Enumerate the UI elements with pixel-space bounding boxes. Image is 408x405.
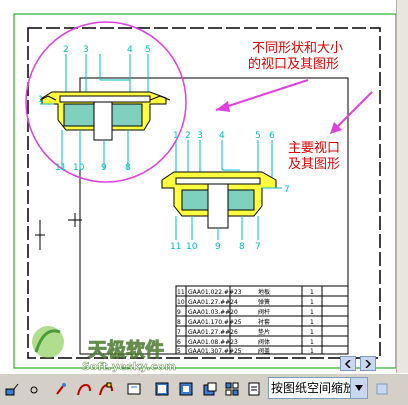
table-row-7-qty: 1 [310,348,314,355]
small-label-bottom-3: 9 [101,163,107,173]
table-row-3-qty: 1 [310,309,314,316]
viewport-note-line2: 的视口及其图形 [248,56,339,72]
table-row-1-qty: 1 [310,289,314,296]
window-icon[interactable] [152,378,172,400]
yesky-logo: 天极软件 Soft.yesky.com [32,326,176,373]
main-label-top-6: 6 [269,131,275,141]
chevron-left-icon [344,359,351,368]
table-row-4-no: 8 [177,319,181,326]
small-label-top-3: 4 [127,45,133,55]
table-row-6-code: GAA01.08.##23 [188,339,238,346]
main-label-bottom-1: 11 [170,242,181,252]
scroll-right-button[interactable] [360,356,376,371]
table-row-3-code: GAA01.03.##20 [188,309,238,316]
status-toolbar: 按图纸空间缩放 [0,373,408,405]
table-row-5-no: 7 [177,329,181,336]
table-row-2-qty: 1 [310,299,314,306]
viewport-note-line1: 不同形状和大小 [252,41,343,56]
small-label-top-2: 3 [83,45,89,55]
table-row-6-qty: 1 [310,339,314,346]
table-row-4-qty: 1 [310,319,314,326]
refresh-icon[interactable] [372,378,392,400]
lock-icon[interactable] [222,378,242,400]
main-label-bottom-2: 10 [186,242,198,252]
table-row-1-code: GAA01.022.##23 [188,289,242,296]
small-label-bottom-2: 10 [73,163,85,173]
pan-icon[interactable] [52,378,72,400]
main-note-line1: 主要视口 [288,141,340,156]
table-row-1-no: 11 [177,289,185,296]
small-detail-drawing [39,54,171,170]
small-label-top-1: 2 [63,45,69,55]
main-label-bottom-3: 9 [215,242,221,252]
viewport-icon[interactable] [124,378,144,400]
small-label-left: 1 [38,95,44,105]
table-row-2-code: GAA01.27.##24 [188,299,238,306]
table-row-7-no: 5 [177,348,181,355]
chevron-right-icon [365,359,372,368]
watermark-brand-cn: 天极软件 [88,338,164,361]
table-row-7-code: GAA01.307.##25 [188,348,242,355]
drawing-svg: 2 3 4 5 1 11 10 9 8 1 2 3 4 5 6 7 11 10 … [13,13,397,373]
arrow-to-circle-viewport [215,79,309,112]
viewport-scale-select[interactable]: 按图纸空间缩放 [268,377,368,399]
table-row-3-no: 9 [177,309,181,316]
main-label-bottom-5: 7 [255,242,261,252]
small-label-top-4: 5 [145,45,151,55]
table-row-3-name: 阀杆 [258,308,270,316]
table-row-4-name: 衬套 [258,318,270,326]
circle-icon[interactable] [24,378,44,400]
arrow-to-main-viewport [330,91,373,134]
viewport-scale-value: 按图纸空间缩放 [271,381,356,395]
main-note-line2: 及其图形 [288,157,340,172]
snap-icon[interactable] [2,378,22,400]
layer-icon[interactable] [96,378,116,400]
scroll-buttons [340,356,396,372]
table-row-4-code: GAA01.170.##25 [188,319,242,326]
main-label-top-2: 2 [185,131,191,141]
small-label-bottom-1: 11 [55,163,66,173]
table-row-5-qty: 1 [310,329,314,336]
main-label-top-1: 1 [173,131,179,141]
table-row-6-no: 6 [177,339,181,346]
main-label-top-3: 3 [197,131,203,141]
main-label-right: 7 [284,185,290,195]
chevron-down-icon[interactable] [350,378,367,398]
table-row-1-name: 地板 [258,288,270,296]
drawing-canvas[interactable]: 2 3 4 5 1 11 10 9 8 1 2 3 4 5 6 7 11 10 … [0,0,408,373]
main-label-top-5: 5 [255,131,261,141]
small-label-bottom-4: 8 [125,163,131,173]
vertical-scrollbar[interactable] [396,0,408,373]
table-row-2-name: 弹簧 [258,298,270,306]
watermark-brand-url: Soft.yesky.com [82,360,176,373]
main-label-bottom-4: 8 [239,242,245,252]
tile-icon[interactable] [176,378,196,400]
clip-icon[interactable] [200,378,220,400]
table-row-5-code: GAA01.27.##26 [188,329,238,336]
table-row-2-no: 10 [177,299,185,306]
zoom-icon[interactable] [74,378,94,400]
table-row-6-name: 阀体 [258,338,270,346]
main-label-top-4: 4 [219,131,225,141]
main-detail-drawing [161,140,282,240]
scroll-left-button[interactable] [340,356,356,371]
table-row-7-name: 阀盖 [258,347,270,355]
paper-icon[interactable] [244,378,264,400]
table-row-5-name: 垫片 [258,328,270,336]
